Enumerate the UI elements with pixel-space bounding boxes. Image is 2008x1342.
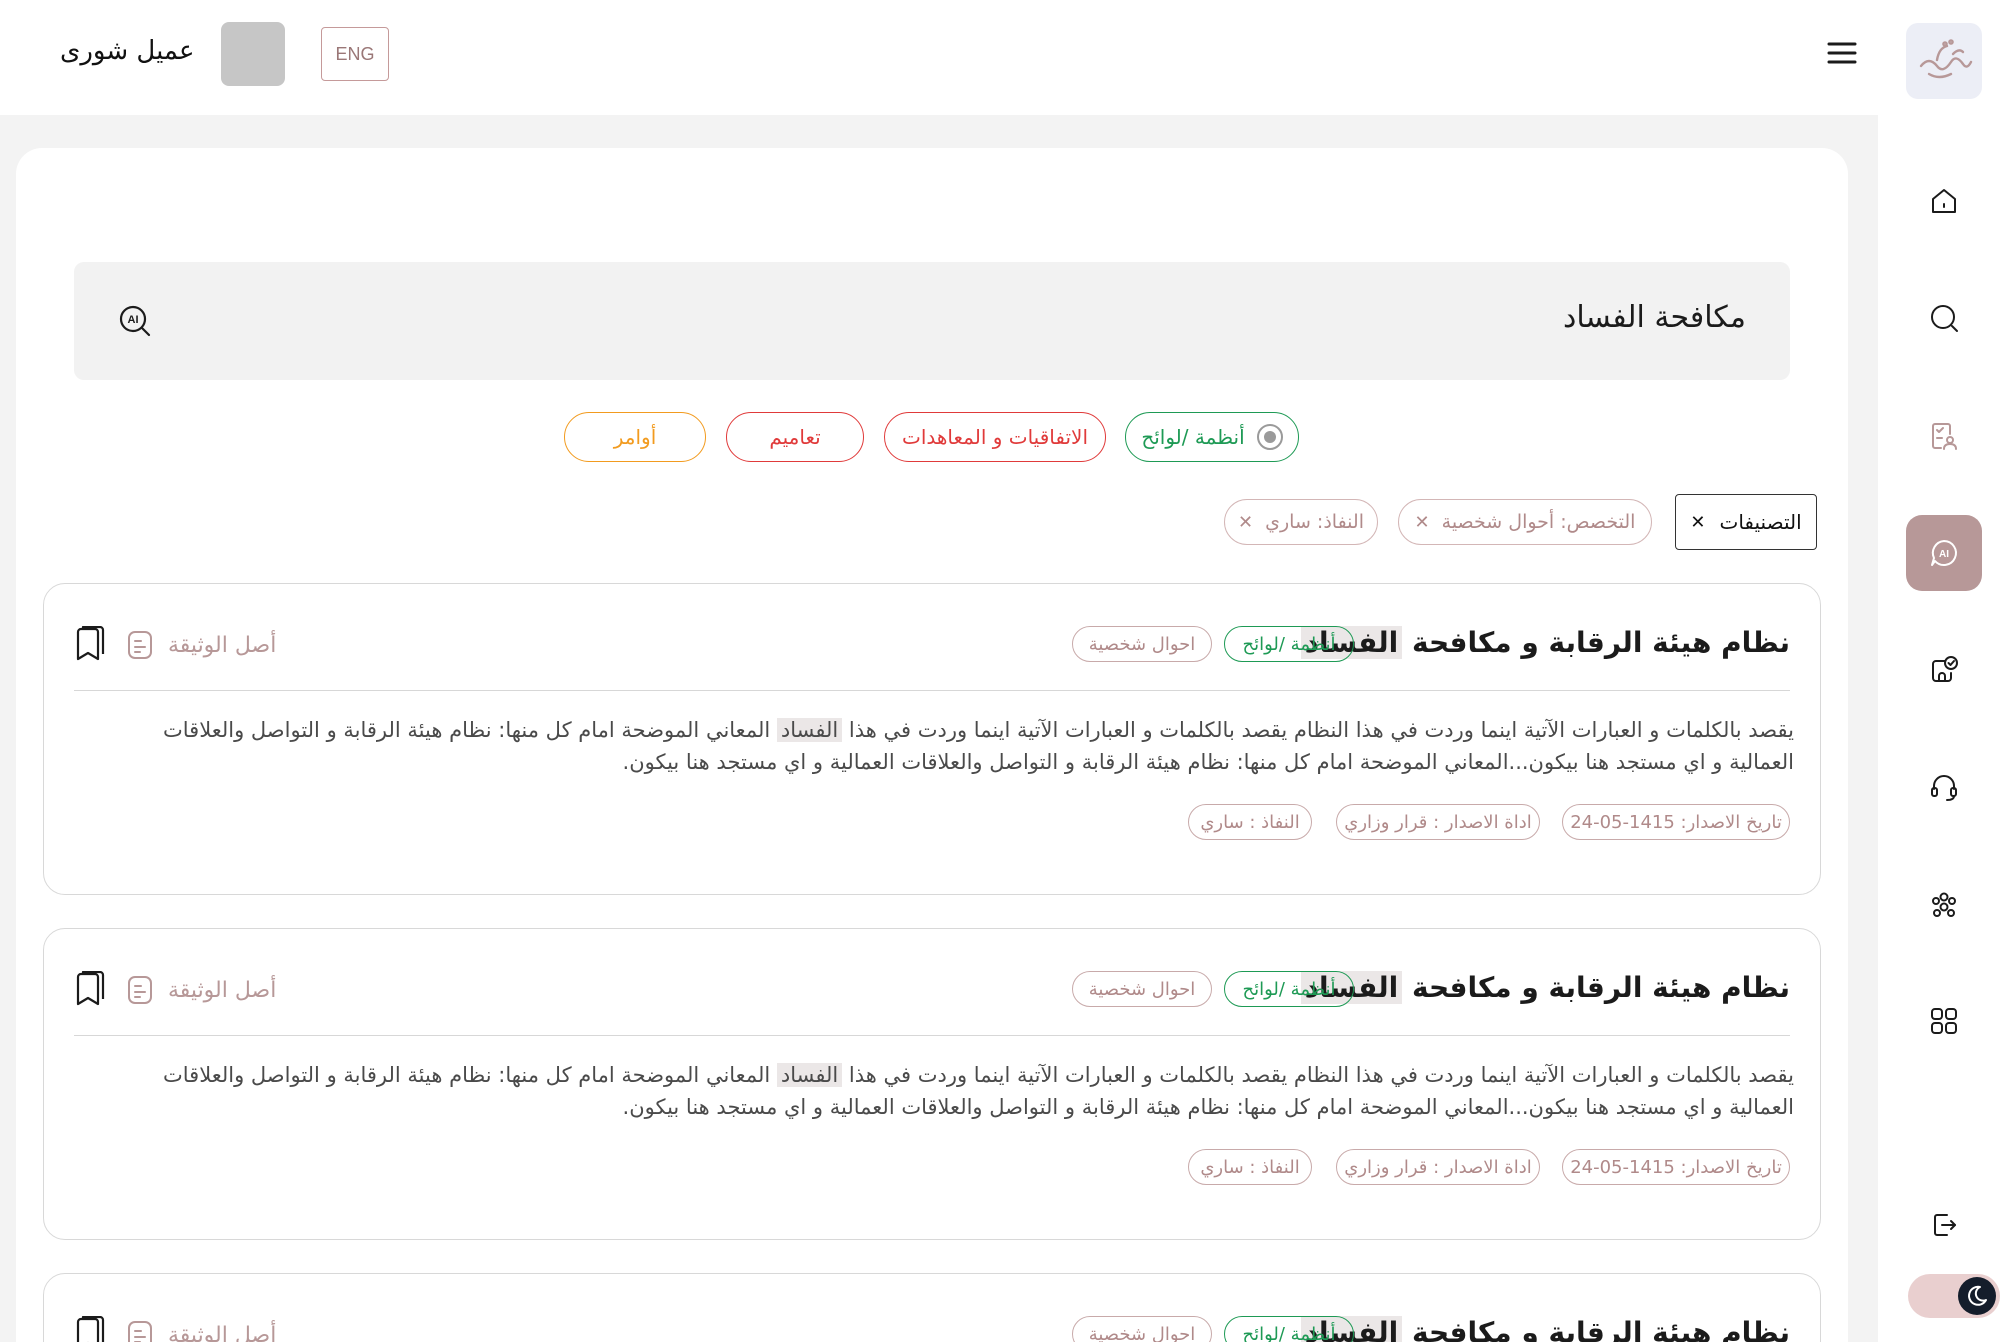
- issue-tool-tag: اداة الاصدار : قرار وزاري: [1336, 804, 1540, 840]
- theme-toggle[interactable]: [1908, 1274, 2000, 1318]
- issue-date-tag: تاريخ الاصدار: 1415-05-24: [1562, 1149, 1790, 1185]
- search-highlight: الفساد: [776, 718, 843, 742]
- sidebar-item-tasks[interactable]: [1906, 632, 1982, 708]
- result-card[interactable]: نظام هيئة الرقابة و مكافحة الفساد أنظمة …: [43, 583, 1821, 895]
- divider: [74, 1035, 1790, 1036]
- specialty-tag: احوال شخصية: [1072, 971, 1212, 1007]
- bookmark-icon[interactable]: [74, 970, 106, 1007]
- search-bar[interactable]: مكافحة الفساد AI: [74, 262, 1790, 380]
- category-tag: أنظمة /لوائح: [1224, 1316, 1354, 1342]
- chip-label: النفاذ: ساري: [1265, 511, 1364, 533]
- clipboard-check-icon: [1932, 656, 1958, 682]
- result-title[interactable]: نظام هيئة الرقابة و مكافحة الفساد: [1300, 626, 1790, 659]
- sidebar-item-support[interactable]: [1906, 749, 1982, 825]
- original-document-label: أصل الوثيقة: [168, 1322, 277, 1342]
- sidebar-item-search[interactable]: [1906, 280, 1982, 356]
- classifications-filter-button[interactable]: التصنيفات ✕: [1675, 494, 1817, 550]
- category-tag: أنظمة /لوائح: [1224, 626, 1354, 662]
- home-icon: [1932, 189, 1956, 213]
- issue-date-tag: تاريخ الاصدار: 1415-05-24: [1562, 804, 1790, 840]
- close-icon[interactable]: ✕: [1690, 512, 1705, 533]
- category-circulars-tab[interactable]: تعاميم: [726, 412, 864, 462]
- sidebar-item-community[interactable]: [1906, 866, 1982, 942]
- headset-icon: [1931, 775, 1957, 801]
- divider: [74, 690, 1790, 691]
- search-icon: [1931, 305, 1958, 332]
- document-icon: [128, 1321, 152, 1342]
- document-icon: [128, 976, 152, 1004]
- specialty-tag: احوال شخصية: [1072, 1316, 1212, 1342]
- category-tag: أنظمة /لوائح: [1224, 971, 1354, 1007]
- category-treaties-tab[interactable]: الاتفاقيات و المعاهدات: [884, 412, 1106, 462]
- category-label: تعاميم: [769, 425, 821, 449]
- status-tag: النفاذ : ساري: [1188, 1149, 1312, 1185]
- result-card[interactable]: نظام هيئة الرقابة و مكافحة الفساد أنظمة …: [43, 1273, 1821, 1342]
- category-label: أوامر: [613, 425, 657, 449]
- sidebar-item-ai-chat[interactable]: AI: [1906, 515, 1982, 591]
- sidebar-item-documents[interactable]: [1906, 398, 1982, 474]
- category-orders-tab[interactable]: أوامر: [564, 412, 706, 462]
- chip-label: التخصص: أحوال شخصية: [1441, 511, 1636, 533]
- moon-icon: [1958, 1277, 1996, 1315]
- result-title[interactable]: نظام هيئة الرقابة و مكافحة الفساد: [1300, 971, 1790, 1004]
- filter-chip-specialty[interactable]: التخصص: أحوال شخصية ✕: [1398, 499, 1652, 545]
- document-check-icon: [1932, 423, 1957, 450]
- radio-selected-icon: [1256, 424, 1283, 450]
- original-document-link[interactable]: أصل الوثيقة: [126, 1316, 276, 1342]
- original-document-label: أصل الوثيقة: [168, 632, 277, 658]
- filter-label: التصنيفات: [1719, 510, 1802, 534]
- search-highlight: الفساد: [776, 1063, 843, 1087]
- ai-chat-icon: AI: [1931, 540, 1957, 566]
- bookmark-icon[interactable]: [74, 625, 106, 662]
- svg-text:AI: AI: [1939, 549, 1949, 560]
- status-tag: النفاذ : ساري: [1188, 804, 1312, 840]
- category-label: أنظمة /لوائح: [1141, 425, 1245, 449]
- document-icon: [128, 631, 152, 659]
- close-icon[interactable]: ✕: [1415, 512, 1430, 533]
- sidebar-item-logout[interactable]: [1906, 1187, 1982, 1263]
- original-document-label: أصل الوثيقة: [168, 977, 277, 1003]
- filter-chip-status[interactable]: النفاذ: ساري ✕: [1224, 499, 1378, 545]
- category-laws-tab[interactable]: أنظمة /لوائح: [1125, 412, 1299, 462]
- bookmark-icon[interactable]: [74, 1315, 106, 1342]
- result-card[interactable]: نظام هيئة الرقابة و مكافحة الفساد أنظمة …: [43, 928, 1821, 1240]
- ai-search-icon[interactable]: AI: [118, 304, 152, 338]
- close-icon[interactable]: ✕: [1238, 512, 1253, 533]
- avatar[interactable]: [221, 22, 285, 86]
- category-label: الاتفاقيات و المعاهدات: [902, 425, 1089, 449]
- result-title[interactable]: نظام هيئة الرقابة و مكافحة الفساد: [1300, 1316, 1790, 1342]
- issue-tool-tag: اداة الاصدار : قرار وزاري: [1336, 1149, 1540, 1185]
- user-name: عميل شورى: [60, 36, 195, 66]
- brand-logo[interactable]: [1906, 23, 1982, 99]
- result-excerpt: يقصد بالكلمات و العبارات الآتية اينما ور…: [162, 1063, 1794, 1119]
- search-input[interactable]: مكافحة الفساد: [1563, 300, 1746, 335]
- logout-icon: [1934, 1214, 1956, 1236]
- people-group-icon: [1932, 892, 1956, 917]
- hamburger-menu-icon[interactable]: [1826, 38, 1858, 68]
- specialty-tag: احوال شخصية: [1072, 626, 1212, 662]
- svg-text:AI: AI: [128, 314, 139, 326]
- result-excerpt: يقصد بالكلمات و العبارات الآتية اينما ور…: [162, 718, 1794, 774]
- grid-apps-icon: [1931, 1008, 1957, 1034]
- original-document-link[interactable]: أصل الوثيقة: [126, 626, 276, 664]
- sidebar: AI: [1878, 0, 2008, 1342]
- sidebar-item-apps[interactable]: [1906, 983, 1982, 1059]
- original-document-link[interactable]: أصل الوثيقة: [126, 971, 276, 1009]
- language-toggle-button[interactable]: ENG: [321, 27, 389, 81]
- sidebar-item-home[interactable]: [1906, 163, 1982, 239]
- top-header: عميل شورى ENG: [0, 0, 1878, 115]
